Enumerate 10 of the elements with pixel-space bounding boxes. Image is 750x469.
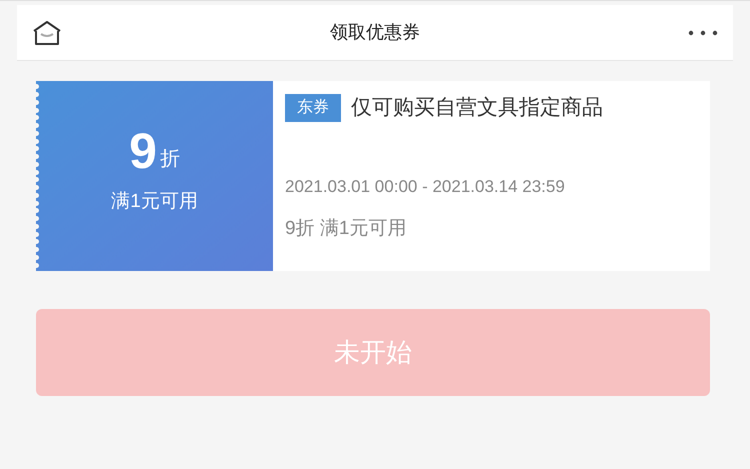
- home-icon[interactable]: [32, 20, 62, 46]
- validity-period: 2021.03.01 00:00 - 2021.03.14 23:59: [285, 176, 566, 198]
- coupon-tag: 东券: [285, 94, 341, 122]
- coupon-summary: 9折 满1元可用: [285, 217, 408, 241]
- coupon-description: 仅可购买自营文具指定商品: [351, 95, 603, 121]
- more-icon[interactable]: [688, 30, 718, 36]
- discount-amount: 9: [129, 126, 157, 176]
- discount-unit: 折: [160, 146, 180, 172]
- page-title: 领取优惠券: [330, 21, 420, 44]
- coupon-condition: 满1元可用: [111, 190, 198, 214]
